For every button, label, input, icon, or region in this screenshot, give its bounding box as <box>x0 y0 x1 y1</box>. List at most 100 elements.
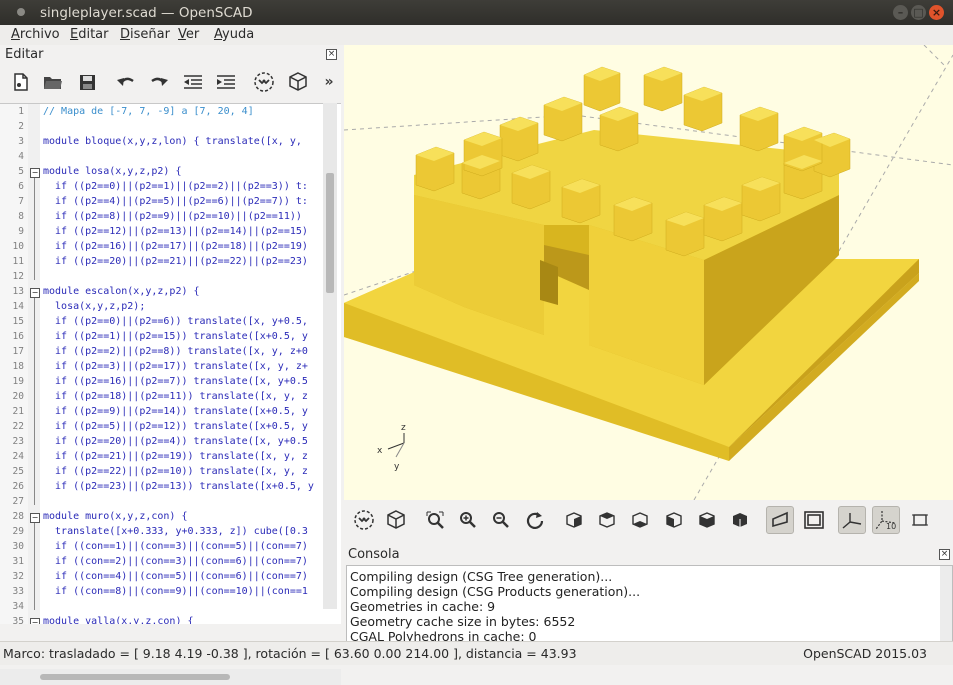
line-number: 16 <box>12 331 24 342</box>
render-icon[interactable] <box>382 506 410 534</box>
code-line: if ((p2==16)||(p2==7)) translate([x, y+0… <box>43 376 308 387</box>
redo-icon[interactable] <box>148 71 170 93</box>
line-number: 28 <box>12 511 24 522</box>
code-line: module bloque(x,y,z,lon) { translate([x,… <box>43 136 302 147</box>
line-number: 13 <box>12 286 24 297</box>
line-number: 23 <box>12 436 24 447</box>
console-panel: Consola × Compiling design (CSG Tree gen… <box>344 545 953 643</box>
console-output[interactable]: Compiling design (CSG Tree generation)..… <box>346 565 953 643</box>
code-line: if ((p2==0)||(p2==6)) translate([x, y+0.… <box>43 316 308 327</box>
code-line: if ((p2==16)||(p2==17)||(p2==18)||(p2==1… <box>43 241 308 252</box>
console-line: Compiling design (CSG Tree generation)..… <box>350 569 613 584</box>
console-line: Geometries in cache: 9 <box>350 599 496 614</box>
indent-icon[interactable] <box>215 71 237 93</box>
axis-indicator: z x y <box>377 423 406 472</box>
code-editor[interactable]: 1 2 3 4 5 6 7 8 9 10 11 12 13 14 15 16 17 18 19 20 21 22 23 24 2… <box>0 103 341 624</box>
editor-horizontal-scrollbar[interactable] <box>0 669 341 685</box>
minimize-button[interactable]: – <box>893 5 908 20</box>
console-close-button[interactable]: × <box>939 549 950 560</box>
preview-icon[interactable] <box>350 506 378 534</box>
open-folder-icon[interactable] <box>42 71 64 93</box>
line-number: 29 <box>12 526 24 537</box>
line-number: 33 <box>12 586 24 597</box>
line-number: 25 <box>12 466 24 477</box>
reset-view-icon[interactable] <box>521 506 549 534</box>
menu-ver[interactable]: Ver <box>178 27 199 42</box>
menu-ayuda[interactable]: Ayuda <box>214 27 254 42</box>
new-file-icon[interactable] <box>10 71 32 93</box>
line-number: 35 <box>12 616 24 624</box>
editor-close-button[interactable]: × <box>326 49 337 60</box>
fold-toggle-icon[interactable]: − <box>30 618 40 624</box>
code-line: if ((con==8)||(con==9)||(con==10)||(con=… <box>43 586 308 597</box>
perspective-icon[interactable] <box>766 506 794 534</box>
menu-disenar[interactable]: Diseñar <box>120 27 170 42</box>
save-icon[interactable] <box>76 71 98 93</box>
code-line: if ((p2==18)||(p2==11)) translate([x, y,… <box>43 391 308 402</box>
axis-label-x: x <box>377 446 383 456</box>
editor-panel: Editar × » 1 2 3 4 5 6 7 8 9 10 11 12 13… <box>0 45 341 685</box>
code-line: if ((p2==20)||(p2==4)) translate([x, y+0… <box>43 436 308 447</box>
code-line: if ((p2==3)||(p2==17)) translate([x, y, … <box>43 361 308 372</box>
code-line: module losa(x,y,z,p2) { <box>43 166 182 177</box>
close-window-button[interactable]: × <box>929 5 944 20</box>
show-edges-icon[interactable] <box>906 506 934 534</box>
fold-toggle-icon[interactable]: − <box>30 168 40 178</box>
line-number: 30 <box>12 541 24 552</box>
code-line: losa(x,y,z,p2); <box>43 301 146 312</box>
line-number: 9 <box>18 226 24 237</box>
code-line: if ((p2==9)||(p2==14)) translate([x+0.5,… <box>43 406 308 417</box>
line-number: 32 <box>12 571 24 582</box>
app-menu-icon[interactable] <box>17 8 25 16</box>
code-line: if ((con==2)||(con==3)||(con==6)||(con==… <box>43 556 308 567</box>
zoom-in-icon[interactable] <box>454 506 482 534</box>
show-scale-markers-icon[interactable]: 10 <box>872 506 900 534</box>
view-front-icon[interactable] <box>693 506 721 534</box>
line-number: 26 <box>12 481 24 492</box>
render-icon[interactable] <box>287 71 309 93</box>
view-right-icon[interactable] <box>560 506 588 534</box>
line-number: 10 <box>12 241 24 252</box>
more-tools-icon[interactable]: » <box>318 71 340 93</box>
code-line: if ((p2==0)||(p2==1)||(p2==2)||(p2==3)) … <box>43 181 308 192</box>
fold-toggle-icon[interactable]: − <box>30 288 40 298</box>
menu-bar: Archivo Editar Diseñar Ver Ayuda <box>0 25 953 45</box>
axis-label-y: y <box>394 462 400 472</box>
fold-toggle-icon[interactable]: − <box>30 513 40 523</box>
code-line: if ((p2==2)||(p2==8)) translate([x, y, z… <box>43 346 308 357</box>
orthogonal-icon[interactable] <box>800 506 828 534</box>
line-number: 19 <box>12 376 24 387</box>
console-scrollbar[interactable] <box>940 566 952 642</box>
line-number-gutter: 1 2 3 4 5 6 7 8 9 10 11 12 13 14 15 16 17 18 19 20 21 22 23 24 2… <box>0 104 28 624</box>
3d-viewport[interactable]: z x y <box>344 45 953 500</box>
view-all-icon[interactable] <box>421 506 449 534</box>
unindent-icon[interactable] <box>182 71 204 93</box>
window-title: singleplayer.scad — OpenSCAD <box>40 5 253 21</box>
code-line: translate([x+0.333, y+0.333, z]) cube([0… <box>43 526 308 537</box>
menu-editar[interactable]: Editar <box>70 27 109 42</box>
scroll-thumb[interactable] <box>326 173 334 293</box>
maximize-button[interactable]: □ <box>911 5 926 20</box>
zoom-out-icon[interactable] <box>487 506 515 534</box>
view-top-icon[interactable] <box>593 506 621 534</box>
code-line: if ((p2==8)||(p2==9)||(p2==10)||(p2==11)… <box>43 211 302 222</box>
code-line: if ((con==1)||(con==3)||(con==5)||(con==… <box>43 541 308 552</box>
scroll-thumb[interactable] <box>40 674 230 680</box>
line-number: 3 <box>18 136 24 147</box>
console-dock-title: Consola <box>348 547 400 562</box>
console-line: Compiling design (CSG Products generatio… <box>350 584 641 599</box>
view-left-icon[interactable] <box>660 506 688 534</box>
editor-vertical-scrollbar[interactable] <box>323 103 337 609</box>
preview-icon[interactable] <box>253 71 275 93</box>
menu-archivo[interactable]: Archivo <box>11 27 60 42</box>
code-line: module muro(x,y,z,con) { <box>43 511 188 522</box>
code-line: module escalon(x,y,z,p2) { <box>43 286 200 297</box>
line-number: 1 <box>18 106 24 117</box>
editor-dock-title: Editar <box>5 47 44 62</box>
view-back-icon[interactable] <box>726 506 754 534</box>
line-number: 24 <box>12 451 24 462</box>
view-bottom-icon[interactable] <box>626 506 654 534</box>
line-number: 5 <box>18 166 24 177</box>
show-axes-icon[interactable] <box>838 506 866 534</box>
undo-icon[interactable] <box>115 71 137 93</box>
